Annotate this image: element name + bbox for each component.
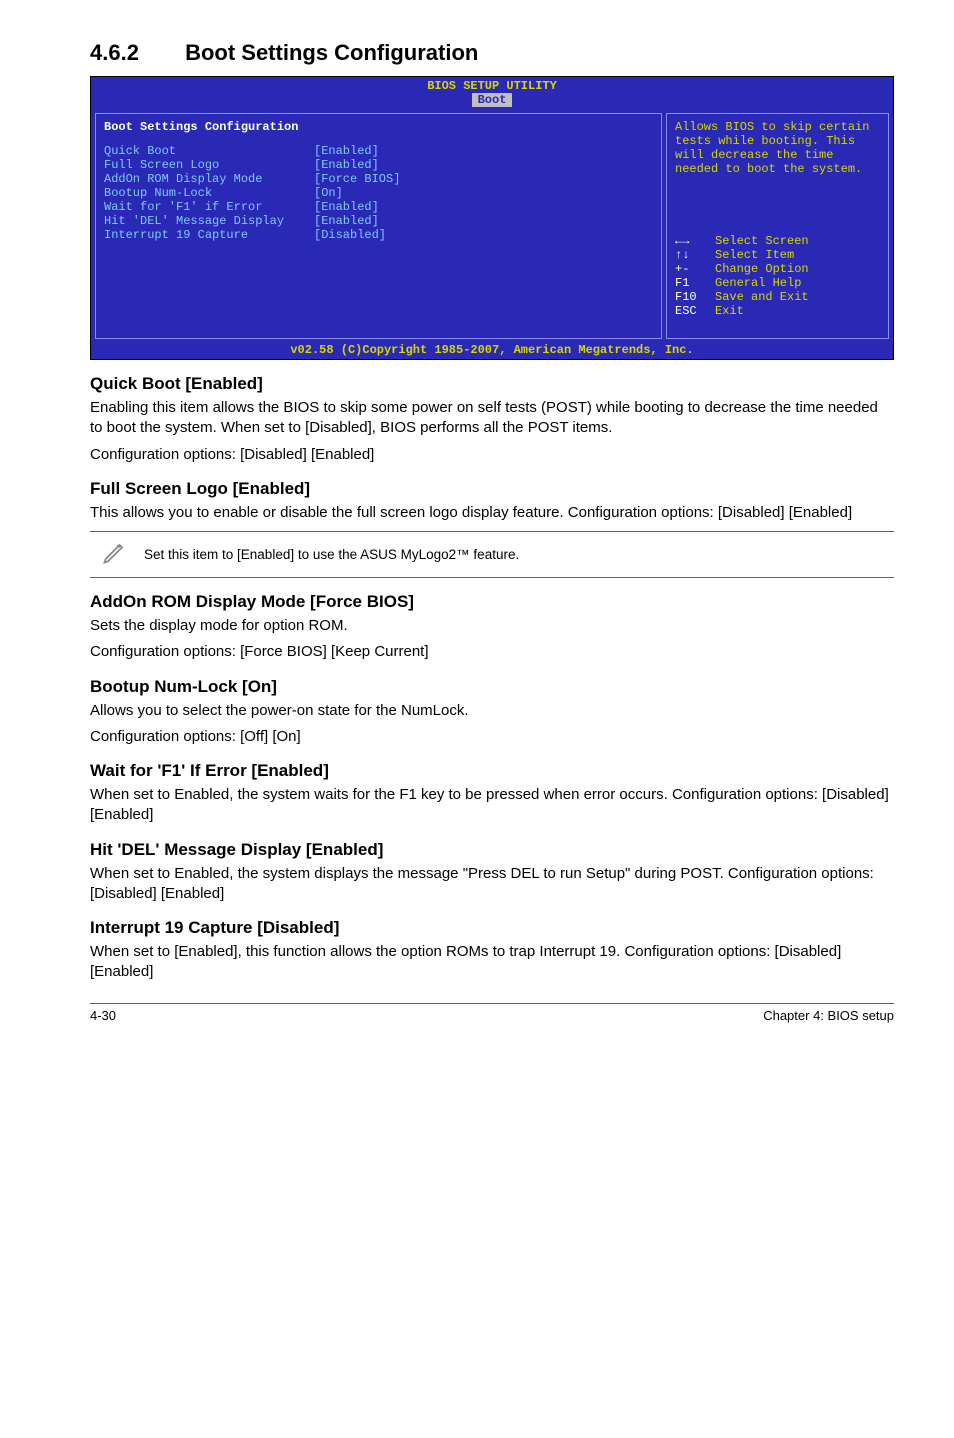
section-number: 4.6.2	[90, 40, 139, 66]
bios-row-label: Full Screen Logo	[104, 158, 314, 172]
heading-full-screen-logo: Full Screen Logo [Enabled]	[90, 479, 894, 499]
section-heading: 4.6.2 Boot Settings Configuration	[90, 40, 894, 66]
bios-row-label: Wait for 'F1' if Error	[104, 200, 314, 214]
text-wait-f1: When set to Enabled, the system waits fo…	[90, 785, 894, 826]
bios-row: Quick Boot[Enabled]	[104, 144, 653, 158]
nav-general-help: General Help	[715, 276, 801, 290]
bios-row-label: Hit 'DEL' Message Display	[104, 214, 314, 228]
nav-key-f1: F1	[675, 276, 715, 290]
pencil-icon	[90, 538, 140, 571]
bios-row-value: [Enabled]	[314, 158, 379, 172]
arrow-lr-icon	[675, 234, 715, 248]
bios-row: Bootup Num-Lock[On]	[104, 186, 653, 200]
nav-key-f10: F10	[675, 290, 715, 304]
nav-save-exit: Save and Exit	[715, 290, 809, 304]
heading-bootup-numlock: Bootup Num-Lock [On]	[90, 677, 894, 697]
section-title-text: Boot Settings Configuration	[185, 40, 478, 65]
bios-row-value: [Enabled]	[314, 200, 379, 214]
text-interrupt19: When set to [Enabled], this function all…	[90, 942, 894, 983]
bios-row-label: AddOn ROM Display Mode	[104, 172, 314, 186]
bios-row: Full Screen Logo[Enabled]	[104, 158, 653, 172]
bios-row-label: Interrupt 19 Capture	[104, 228, 314, 242]
bios-row-value: [Enabled]	[314, 144, 379, 158]
heading-hit-del: Hit 'DEL' Message Display [Enabled]	[90, 840, 894, 860]
bios-footer: v02.58 (C)Copyright 1985-2007, American …	[91, 343, 893, 359]
heading-quick-boot: Quick Boot [Enabled]	[90, 374, 894, 394]
nav-change-option: Change Option	[715, 262, 809, 276]
heading-interrupt19: Interrupt 19 Capture [Disabled]	[90, 918, 894, 938]
bios-nav-hints: Select Screen Select Item +-Change Optio…	[675, 234, 880, 318]
note-box: Set this item to [Enabled] to use the AS…	[90, 531, 894, 578]
bios-row: Hit 'DEL' Message Display[Enabled]	[104, 214, 653, 228]
text-full-screen-logo: This allows you to enable or disable the…	[90, 503, 894, 523]
chapter-label: Chapter 4: BIOS setup	[763, 1008, 894, 1023]
arrow-ud-icon	[675, 248, 715, 262]
text-hit-del: When set to Enabled, the system displays…	[90, 864, 894, 905]
bios-screenshot: BIOS SETUP UTILITY Boot Boot Settings Co…	[90, 76, 894, 360]
nav-key-plusminus: +-	[675, 262, 715, 276]
text-quick-boot-2: Configuration options: [Disabled] [Enabl…	[90, 445, 894, 465]
heading-addon-rom: AddOn ROM Display Mode [Force BIOS]	[90, 592, 894, 612]
text-bootup-numlock-2: Configuration options: [Off] [On]	[90, 727, 894, 747]
nav-key-esc: ESC	[675, 304, 715, 318]
bios-panel-title: Boot Settings Configuration	[104, 120, 653, 134]
bios-header: BIOS SETUP UTILITY	[91, 77, 893, 93]
bios-row: AddOn ROM Display Mode[Force BIOS]	[104, 172, 653, 186]
bios-row-label: Bootup Num-Lock	[104, 186, 314, 200]
nav-exit: Exit	[715, 304, 744, 318]
bios-row-value: [Disabled]	[314, 228, 386, 242]
nav-select-screen: Select Screen	[715, 234, 809, 248]
bios-row: Interrupt 19 Capture[Disabled]	[104, 228, 653, 242]
bios-row-label: Quick Boot	[104, 144, 314, 158]
text-quick-boot-1: Enabling this item allows the BIOS to sk…	[90, 398, 894, 439]
bios-row: Wait for 'F1' if Error[Enabled]	[104, 200, 653, 214]
bios-tab-boot: Boot	[472, 93, 513, 107]
text-bootup-numlock-1: Allows you to select the power-on state …	[90, 701, 894, 721]
bios-help-text: Allows BIOS to skip certain tests while …	[675, 120, 880, 230]
note-text: Set this item to [Enabled] to use the AS…	[140, 547, 894, 562]
page-number: 4-30	[90, 1008, 116, 1023]
bios-row-value: [On]	[314, 186, 343, 200]
bios-help-panel: Allows BIOS to skip certain tests while …	[666, 113, 889, 339]
bios-row-value: [Enabled]	[314, 214, 379, 228]
text-addon-rom-1: Sets the display mode for option ROM.	[90, 616, 894, 636]
bios-row-value: [Force BIOS]	[314, 172, 400, 186]
page-footer: 4-30 Chapter 4: BIOS setup	[90, 1003, 894, 1023]
text-addon-rom-2: Configuration options: [Force BIOS] [Kee…	[90, 642, 894, 662]
bios-main-panel: Boot Settings Configuration Quick Boot[E…	[95, 113, 662, 339]
heading-wait-f1: Wait for 'F1' If Error [Enabled]	[90, 761, 894, 781]
nav-select-item: Select Item	[715, 248, 794, 262]
